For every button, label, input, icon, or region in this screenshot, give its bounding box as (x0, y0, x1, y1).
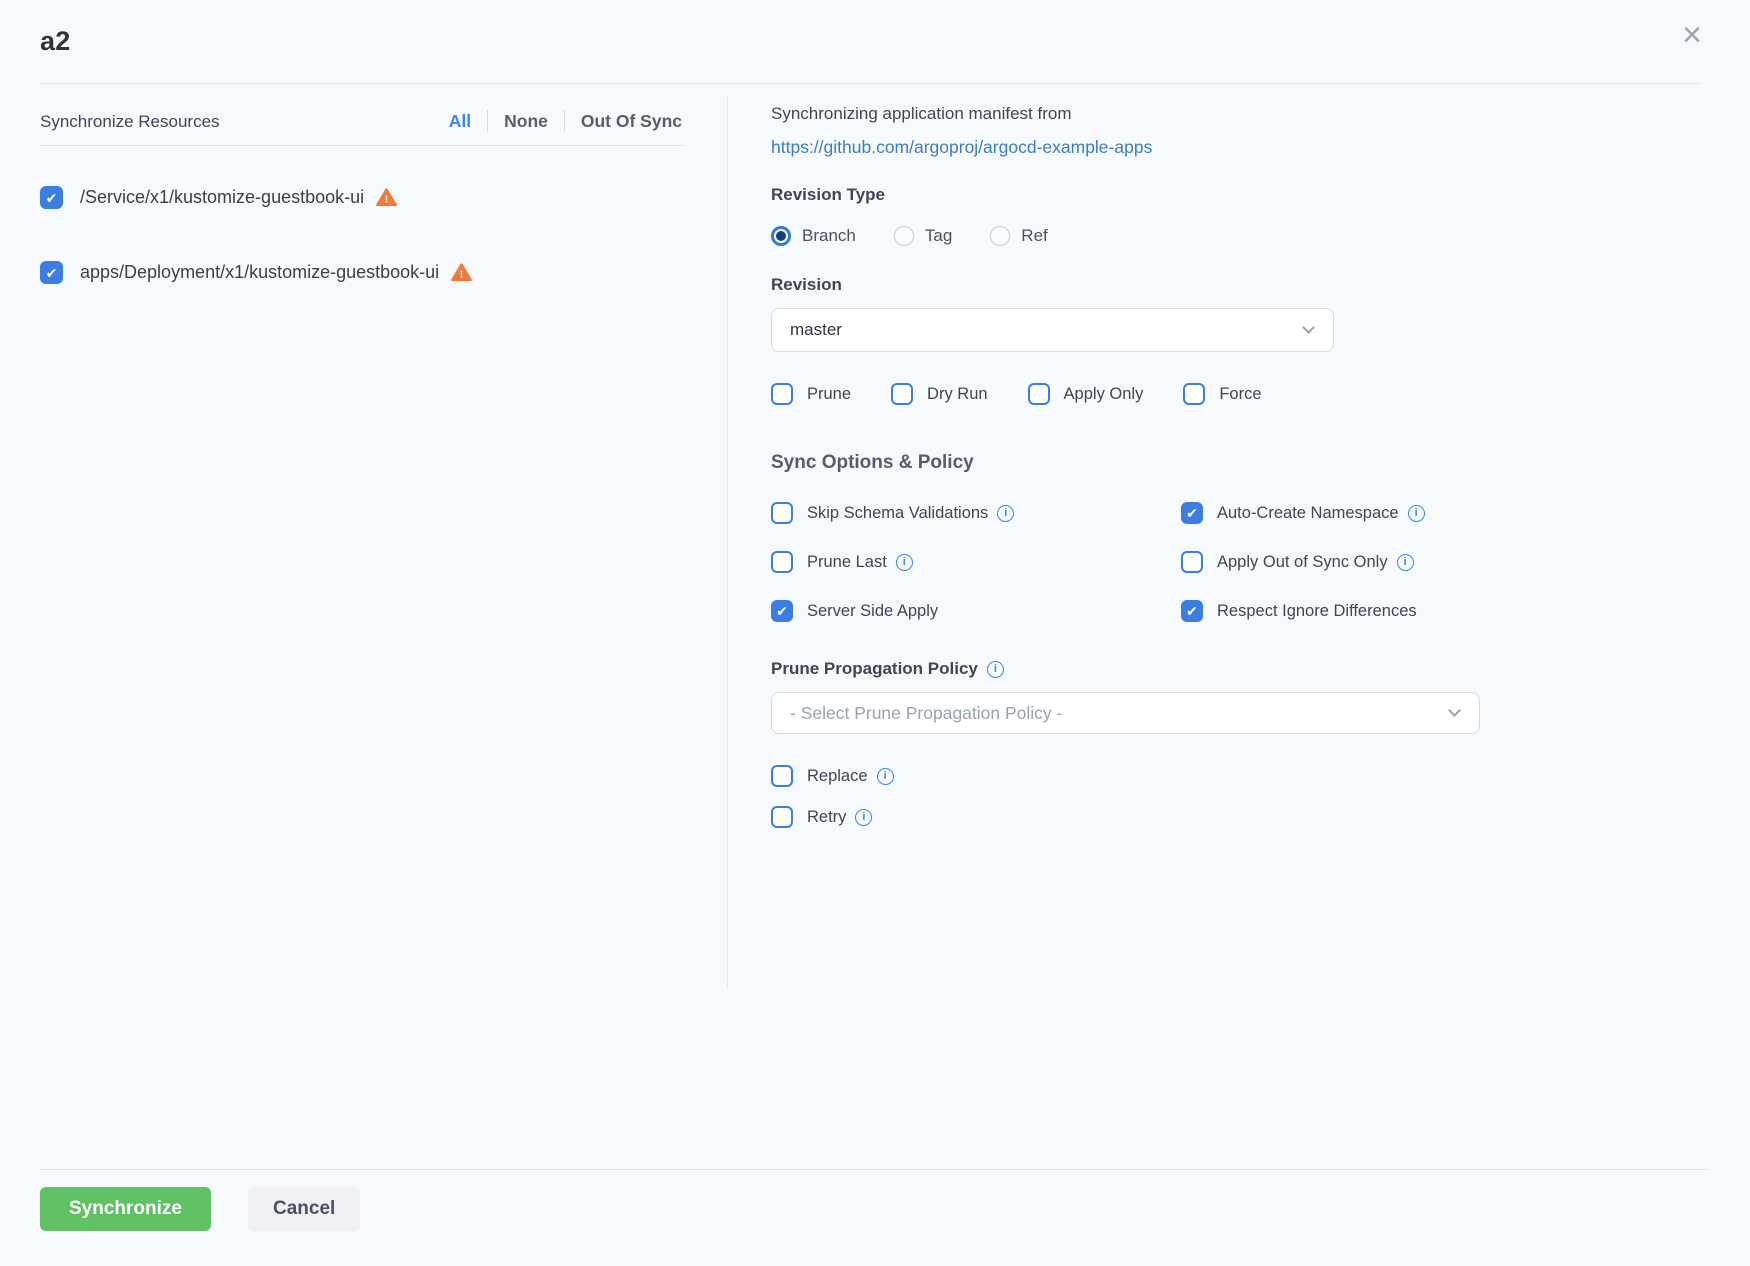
radio-tag[interactable]: Tag (894, 226, 952, 246)
checkbox: ✔ (771, 765, 793, 787)
checkbox: ✔ (771, 551, 793, 573)
option-replace-row: ✔ Replace i (771, 765, 1481, 787)
checkbox: ✔ (1181, 551, 1203, 573)
panel-divider (727, 96, 728, 989)
resources-header: Synchronize Resources All None Out Of Sy… (40, 110, 686, 132)
checkbox: ✔ (771, 806, 793, 828)
revision-value: master (790, 320, 842, 340)
prune-policy-placeholder: - Select Prune Propagation Policy - (790, 703, 1062, 724)
warning-icon: ! (451, 263, 472, 282)
checkbox: ✔ (771, 600, 793, 622)
option-respect-ignore-differences[interactable]: ✔ Respect Ignore Differences i (1181, 600, 1481, 622)
prune-policy-label-row: Prune Propagation Policy i (771, 659, 1481, 679)
option-prune-last[interactable]: ✔ Prune Last i (771, 551, 1181, 573)
svg-text:!: ! (460, 270, 463, 281)
check-icon: ✔ (46, 266, 58, 280)
revision-type-radios: Branch Tag Ref (771, 226, 1481, 246)
option-retry-row: ✔ Retry i (771, 806, 1481, 828)
resource-row: ✔ /Service/x1/kustomize-guestbook-ui ! (40, 186, 686, 209)
footer-buttons: Synchronize Cancel (0, 1170, 1750, 1231)
radio-branch[interactable]: Branch (771, 226, 856, 246)
info-icon[interactable]: i (855, 809, 872, 826)
sync-options-title: Sync Options & Policy (771, 452, 1481, 474)
manifest-url-link[interactable]: https://github.com/argoproj/argocd-examp… (771, 137, 1481, 158)
filter-out-of-sync[interactable]: Out Of Sync (565, 111, 686, 132)
resource-label: /Service/x1/kustomize-guestbook-ui (80, 187, 364, 208)
option-replace[interactable]: ✔ Replace i (771, 765, 894, 787)
option-retry[interactable]: ✔ Retry i (771, 806, 872, 828)
dialog-footer: Synchronize Cancel (0, 1169, 1750, 1266)
checkbox: ✔ (891, 383, 913, 405)
resource-checkbox[interactable]: ✔ (40, 186, 63, 209)
resource-filters: All None Out Of Sync (433, 110, 686, 132)
info-icon[interactable]: i (1408, 505, 1425, 522)
checkbox: ✔ (771, 502, 793, 524)
filter-all[interactable]: All (433, 111, 487, 132)
resource-checkbox[interactable]: ✔ (40, 261, 63, 284)
resources-panel: Synchronize Resources All None Out Of Sy… (40, 84, 686, 989)
sync-options-grid: ✔ Skip Schema Validations i ✔ Auto-Creat… (771, 502, 1481, 622)
resource-label: apps/Deployment/x1/kustomize-guestbook-u… (80, 262, 439, 283)
resources-title: Synchronize Resources (40, 112, 220, 132)
revision-label: Revision (771, 275, 1481, 295)
info-icon[interactable]: i (1397, 554, 1414, 571)
dialog-header: a2 × (0, 0, 1750, 57)
option-skip-schema-validations[interactable]: ✔ Skip Schema Validations i (771, 502, 1181, 524)
synchronize-button[interactable]: Synchronize (40, 1187, 211, 1231)
radio-icon (990, 226, 1010, 246)
flag-apply-only[interactable]: ✔ Apply Only (1028, 383, 1144, 405)
radio-icon (771, 226, 791, 246)
manifest-heading: Synchronizing application manifest from (771, 104, 1481, 124)
checkbox: ✔ (1181, 600, 1203, 622)
info-icon[interactable]: i (997, 505, 1014, 522)
sync-settings-panel: Synchronizing application manifest from … (771, 84, 1481, 989)
option-server-side-apply[interactable]: ✔ Server Side Apply i (771, 600, 1181, 622)
resource-row: ✔ apps/Deployment/x1/kustomize-guestbook… (40, 261, 686, 284)
prune-policy-label: Prune Propagation Policy (771, 659, 978, 679)
radio-icon (894, 226, 914, 246)
flag-prune[interactable]: ✔ Prune (771, 383, 851, 405)
dialog-title: a2 (40, 26, 1700, 57)
checkbox: ✔ (771, 383, 793, 405)
option-apply-out-of-sync-only[interactable]: ✔ Apply Out of Sync Only i (1181, 551, 1481, 573)
flag-dry-run[interactable]: ✔ Dry Run (891, 383, 988, 405)
dialog-body: Synchronize Resources All None Out Of Sy… (0, 84, 1750, 989)
chevron-down-icon (1302, 321, 1315, 334)
chevron-down-icon (1448, 704, 1461, 717)
check-icon: ✔ (46, 191, 58, 205)
info-icon[interactable]: i (896, 554, 913, 571)
cancel-button[interactable]: Cancel (248, 1187, 360, 1231)
revision-select[interactable]: master (771, 308, 1334, 352)
svg-text:!: ! (385, 195, 388, 206)
info-icon[interactable]: i (987, 661, 1004, 678)
warning-icon: ! (376, 188, 397, 207)
filter-none[interactable]: None (488, 111, 564, 132)
checkbox: ✔ (1183, 383, 1205, 405)
flag-force[interactable]: ✔ Force (1183, 383, 1261, 405)
info-icon[interactable]: i (877, 768, 894, 785)
checkbox: ✔ (1181, 502, 1203, 524)
revision-type-label: Revision Type (771, 185, 1481, 205)
close-icon[interactable]: × (1682, 18, 1702, 52)
prune-policy-select[interactable]: - Select Prune Propagation Policy - (771, 692, 1480, 734)
sync-flags: ✔ Prune ✔ Dry Run ✔ Apply Only ✔ Force (771, 383, 1481, 405)
radio-ref[interactable]: Ref (990, 226, 1047, 246)
resources-underline (40, 145, 686, 146)
checkbox: ✔ (1028, 383, 1050, 405)
option-auto-create-namespace[interactable]: ✔ Auto-Create Namespace i (1181, 502, 1481, 524)
